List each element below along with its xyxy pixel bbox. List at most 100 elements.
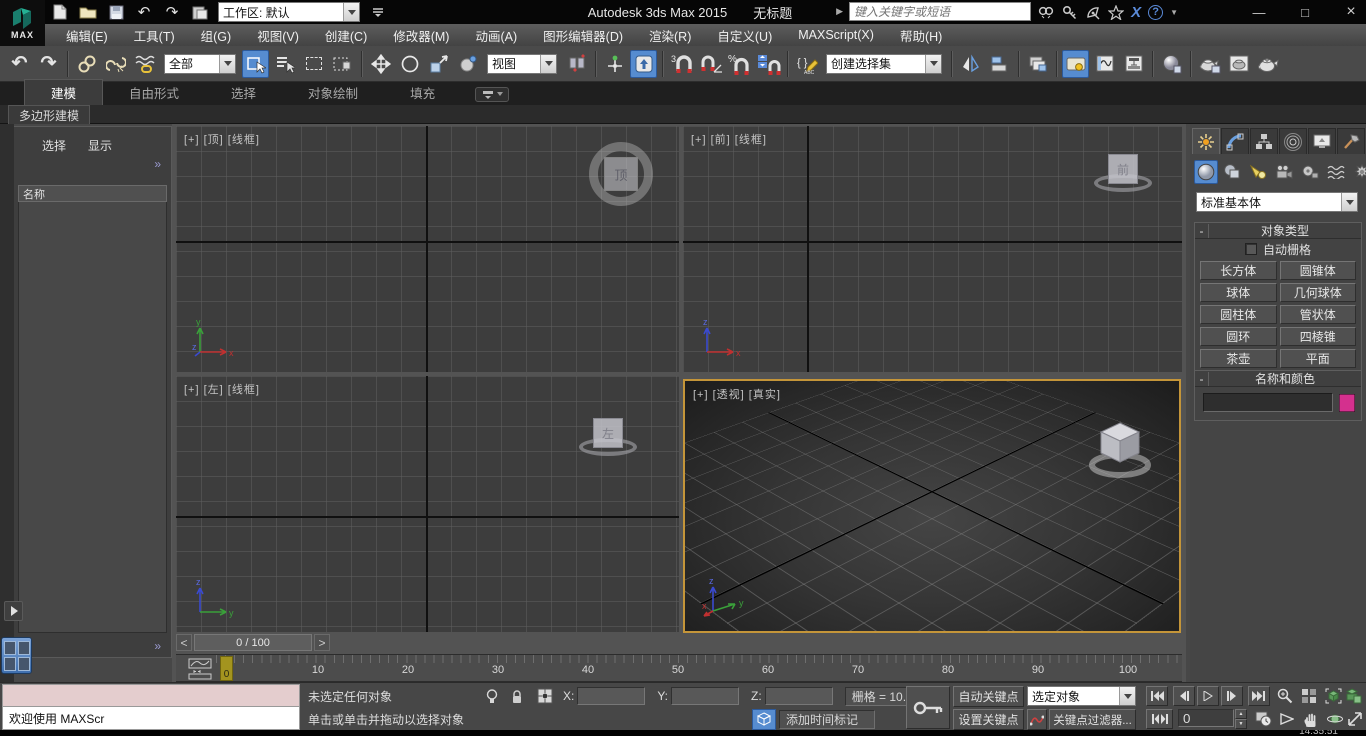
time-configuration-icon[interactable] [1252, 709, 1274, 729]
ribbon-minimize-button[interactable] [475, 87, 510, 102]
select-and-link-icon[interactable] [73, 50, 100, 78]
help-dropdown-icon[interactable]: ▼ [1170, 8, 1178, 17]
absolute-offset-mode-icon[interactable] [530, 687, 560, 705]
viewport-top-label[interactable]: [+] [顶] [线框] [184, 131, 260, 147]
selection-lock-icon[interactable] [504, 689, 530, 704]
object-type-rollout-header[interactable]: - 对象类型 [1195, 223, 1361, 239]
name-color-rollout-header[interactable]: - 名称和颜色 [1195, 371, 1361, 387]
tab-motion[interactable] [1279, 128, 1307, 154]
ribbon-tab-modeling[interactable]: 建模 [24, 79, 104, 105]
redo-icon[interactable]: ↷ [162, 3, 182, 21]
primitive-sphere-button[interactable]: 球体 [1200, 283, 1277, 302]
angle-snap-toggle-icon[interactable] [697, 50, 724, 78]
frame-spinner[interactable]: ▲ ▼ [1235, 709, 1247, 729]
spinner-snap-toggle-icon[interactable] [755, 50, 782, 78]
named-selection-set-dropdown[interactable]: 创建选择集 [826, 53, 942, 74]
help-icon[interactable]: ? [1148, 4, 1164, 20]
ribbon-tab-freeform[interactable]: 自由形式 [103, 80, 205, 105]
subtab-geometry[interactable] [1194, 160, 1218, 184]
graphite-ribbon-toggle[interactable] [1062, 49, 1089, 78]
layer-manager-icon[interactable] [1024, 50, 1051, 78]
explorer-name-column-header[interactable]: 名称 [18, 185, 167, 202]
previous-frame-button[interactable] [1173, 686, 1195, 706]
spinner-up-icon[interactable]: ▲ [1235, 709, 1247, 719]
viewcube-3d[interactable] [1081, 415, 1159, 481]
explorer-bottom-chevron[interactable]: » [154, 639, 161, 653]
viewport-perspective-label[interactable]: [+] [透视] [真实] [693, 386, 781, 402]
curve-editor-icon[interactable] [1091, 50, 1118, 78]
pan-hand-icon[interactable] [1300, 709, 1322, 729]
keyboard-shortcut-override-toggle[interactable] [630, 49, 657, 78]
menu-animation[interactable]: 动画(A) [462, 26, 530, 45]
undo-button[interactable]: ↶ [6, 50, 33, 78]
open-mini-curve-editor-icon[interactable] [188, 657, 212, 681]
explorer-object-list[interactable] [18, 202, 167, 633]
z-coord-field[interactable] [764, 687, 833, 705]
set-keys-button[interactable] [906, 686, 950, 729]
ribbon-tab-object-paint[interactable]: 对象绘制 [282, 80, 384, 105]
menu-maxscript[interactable]: MAXScript(X) [785, 28, 887, 42]
open-file-icon[interactable] [78, 3, 98, 21]
go-to-end-button[interactable] [1248, 686, 1270, 706]
play-animation-button[interactable] [1197, 686, 1219, 706]
workspace-menu-icon[interactable] [368, 3, 388, 21]
bind-to-space-warp-icon[interactable] [131, 50, 158, 78]
exchange-apps-icon[interactable]: X [1131, 4, 1141, 21]
application-menu-button[interactable]: MAX [0, 0, 45, 46]
zoom-extents-icon[interactable] [1322, 686, 1344, 706]
primitive-pyramid-button[interactable]: 四棱锥 [1279, 327, 1356, 346]
search-icon[interactable] [1038, 5, 1055, 19]
unlink-selection-icon[interactable] [102, 50, 129, 78]
explorer-menu-display[interactable]: 显示 [88, 137, 112, 154]
close-button[interactable]: × [1342, 3, 1360, 21]
search-input[interactable] [849, 2, 1031, 21]
render-production-icon[interactable] [1254, 50, 1281, 78]
search-expand-icon[interactable]: ▶ [836, 6, 843, 17]
viewcube-left-face[interactable]: 左 [593, 418, 623, 448]
tab-hierarchy[interactable] [1250, 128, 1278, 154]
default-tangent-icon[interactable] [1027, 709, 1047, 730]
viewport-left-label[interactable]: [+] [左] [线框] [184, 381, 260, 397]
menu-create[interactable]: 创建(C) [312, 26, 380, 45]
favorites-star-icon[interactable] [1108, 4, 1125, 20]
use-pivot-point-center-icon[interactable] [563, 50, 590, 78]
zoom-region-icon[interactable] [1274, 686, 1296, 706]
key-selection-mode-dropdown[interactable]: 选定对象 [1027, 686, 1136, 706]
restore-button[interactable]: □ [1296, 5, 1314, 20]
viewport-top[interactable]: [+] [顶] [线框] 顶 y x z [176, 126, 679, 372]
select-and-manipulate-icon[interactable] [454, 50, 481, 78]
menu-graph-editors[interactable]: 图形编辑器(D) [530, 26, 636, 45]
ribbon-tab-selection[interactable]: 选择 [205, 80, 282, 105]
subtab-cameras[interactable] [1272, 160, 1296, 184]
communicator-cube-icon[interactable] [752, 708, 776, 730]
minimize-button[interactable]: — [1250, 5, 1268, 20]
maxscript-mini-listener[interactable]: 欢迎使用 MAXScr [2, 684, 300, 730]
sign-in-key-icon[interactable] [1062, 5, 1078, 20]
orbit-icon[interactable] [1324, 709, 1346, 729]
viewcube-front-face[interactable]: 前 [1108, 154, 1138, 184]
subtab-systems[interactable] [1350, 160, 1366, 184]
ribbon-tab-populate[interactable]: 填充 [384, 80, 461, 105]
tab-modify[interactable] [1221, 128, 1249, 154]
menu-group[interactable]: 组(G) [188, 26, 245, 45]
key-filters-button[interactable]: 关键点过滤器... [1049, 709, 1136, 730]
select-and-place-icon[interactable] [601, 50, 628, 78]
reference-coordinate-dropdown[interactable]: 视图 [487, 53, 557, 74]
maxscript-macro-field[interactable] [3, 685, 299, 707]
redo-button[interactable]: ↷ [35, 50, 62, 78]
isolate-selection-icon[interactable] [480, 688, 504, 704]
maximize-viewport-toggle[interactable] [1346, 709, 1364, 729]
menu-edit[interactable]: 编辑(E) [53, 26, 121, 45]
next-frame-arrow-button[interactable]: > [314, 634, 330, 651]
viewport-front-label[interactable]: [+] [前] [线框] [691, 131, 767, 147]
time-slider[interactable]: 0 / 100 [194, 634, 312, 651]
track-bar-ruler[interactable]: 10 20 30 40 50 60 70 80 90 100 [216, 655, 1178, 681]
subtab-space-warps[interactable] [1324, 160, 1348, 184]
object-color-swatch[interactable] [1339, 393, 1355, 412]
primitive-plane-button[interactable]: 平面 [1279, 349, 1356, 368]
zoom-all-icon[interactable] [1298, 686, 1320, 706]
track-bar[interactable]: 10 20 30 40 50 60 70 80 90 100 0 [176, 654, 1182, 682]
explorer-menu-select[interactable]: 选择 [42, 137, 66, 154]
primitive-tube-button[interactable]: 管状体 [1279, 305, 1356, 324]
window-crossing-toggle-icon[interactable] [329, 50, 356, 78]
